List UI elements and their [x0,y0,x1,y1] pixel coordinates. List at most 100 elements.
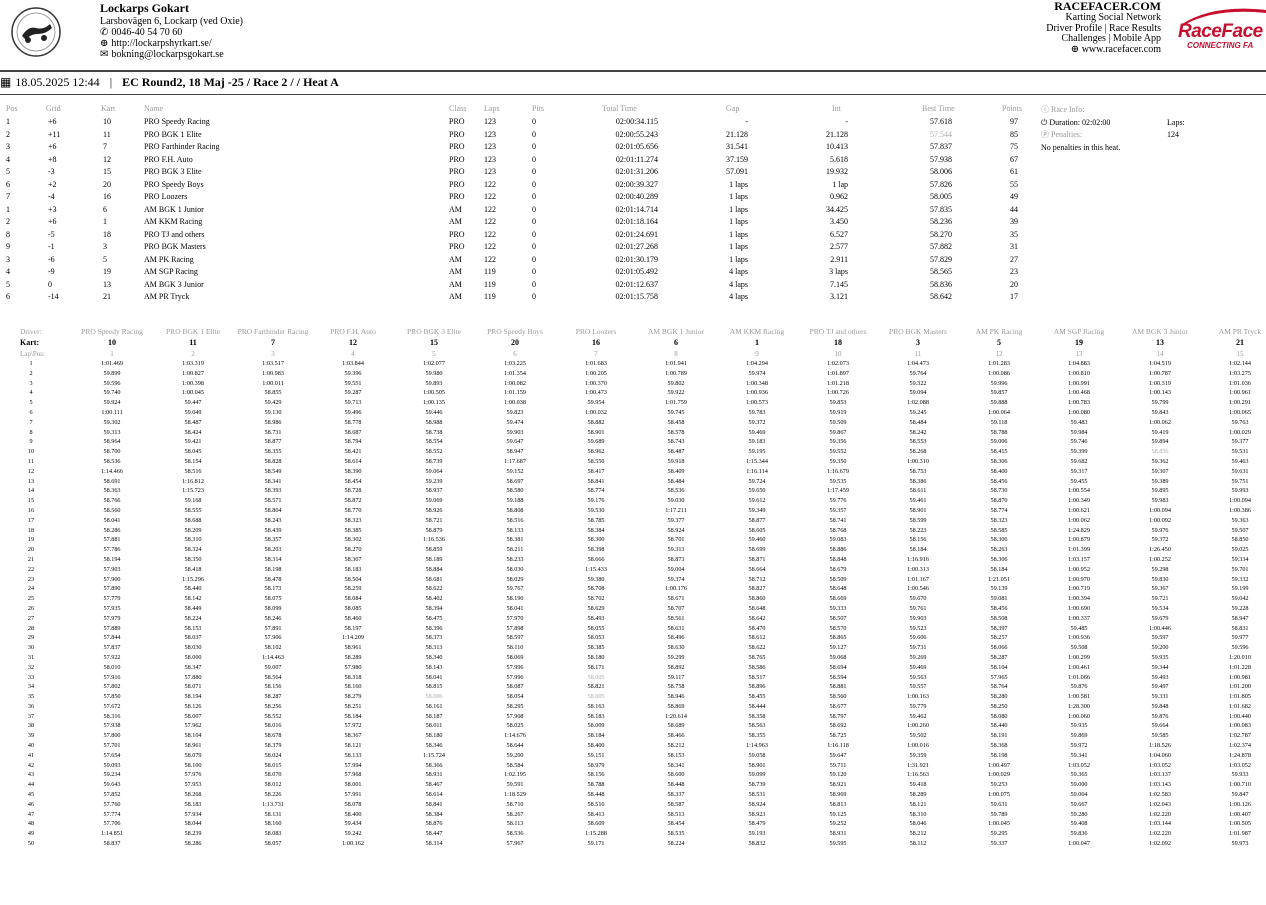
lap-number: 8 [29,428,33,436]
lap-time-cell: 1:00.082 [504,379,526,387]
lap-time-cell: 59.474 [506,418,524,426]
lap-time-cell: 58.439 [264,526,282,534]
lap-time-cell: 58.087 [506,683,524,691]
lap-time-cell: 58.006 [425,693,443,701]
lap-number: 43 [27,771,35,779]
lap-time-cell: 58.012 [264,781,282,789]
results-cell-int: 34.425 [826,204,848,214]
heading-separator: | [109,75,113,89]
lap-time-cell: 59.551 [344,379,362,387]
lap-time-cell: 58.516 [587,800,605,808]
lap-time-cell: 59.049 [184,408,202,416]
lap-time-cell: 57.979 [103,614,121,622]
track-email[interactable]: ✉ bokning@lockarpsgokart.se [100,49,243,60]
lap-time-cell: 59.976 [1151,526,1169,534]
results-cell-kart: 6 [103,204,107,214]
lap-time-cell: 59.682 [1070,457,1088,465]
lap-time-cell: 59.667 [1070,800,1088,808]
results-cell-pos: 2 [6,217,10,226]
lap-number: 26 [27,604,35,612]
lap-time-cell: 58.306 [990,536,1008,544]
lap-time-cell: 58.224 [667,840,685,848]
results-cell-class: AM [449,267,462,276]
lap-time-cell: 58.738 [425,428,443,436]
results-cell-int: 6.527 [830,229,848,239]
lap-time-cell: 58.306 [990,457,1008,465]
lap-time-cell: 1:15.723 [182,487,204,495]
lap-time-cell: 1:00.038 [504,399,526,407]
results-cell-best: 57.835 [930,204,952,214]
lap-time-cell: 1:14.463 [262,653,284,661]
lap-time-cell: 1:02.088 [907,399,929,407]
lap-time-cell: 58.609 [587,820,605,828]
lap-time-cell: 59.779 [909,702,927,710]
lap-time-cell: 58.884 [425,565,443,573]
laptimes-kart-number: 7 [271,338,275,347]
lap-time-cell: 59.919 [829,408,847,416]
lap-time-cell: 59.363 [1231,516,1249,524]
lap-time-cell: 59.836 [1070,830,1088,838]
lap-time-cell: 1:17.687 [504,457,526,465]
lap-time-cell: 58.194 [103,555,121,563]
lap-time-cell: 1:00.045 [182,389,204,397]
lap-time-cell: 58.644 [506,742,524,750]
lap-time-cell: 58.516 [184,467,202,475]
results-cell-points: 27 [1010,254,1018,264]
lap-time-cell: 58.931 [829,830,847,838]
lap-time-cell: 58.153 [667,751,685,759]
results-cell-int: 5.618 [830,154,848,164]
lap-time-cell: 1:01.759 [665,399,687,407]
lap-time-cell: 58.029 [506,575,524,583]
results-cell-kart: 1 [103,217,107,226]
lap-time-cell: 58.045 [184,448,202,456]
lap-time-cell: 59.372 [748,418,766,426]
lap-time-cell: 58.197 [344,624,362,632]
lap-time-cell: 1:00.176 [665,585,687,593]
lap-time-cell: 58.487 [184,418,202,426]
lap-time-cell: 1:00.789 [665,369,687,377]
results-cell-pits: 0 [532,254,536,264]
lap-time-cell: 1:14.851 [101,830,123,838]
results-header-pits: Pits [532,104,545,113]
lap-time-cell: 57.890 [103,585,121,593]
lap-time-cell: 58.555 [184,506,202,514]
lap-time-cell: 59.322 [909,379,927,387]
lap-time-cell: 58.110 [506,644,524,652]
lap-time-cell: 59.899 [103,369,121,377]
results-cell-pos: 1 [6,204,10,214]
lap-time-cell: 58.009 [587,722,605,730]
results-cell-name: PRO Loozers [144,192,188,201]
results-cell-name: PRO F.H. Auto [144,154,193,164]
racefacer-url[interactable]: ⊕ www.racefacer.com [1046,44,1161,56]
results-cell-gap: - [745,117,748,126]
lap-time-cell: 58.778 [344,418,362,426]
lap-time-cell: 1:24.878 [1229,751,1251,759]
lap-time-cell: 59.313 [667,546,685,554]
laptimes-position: 3 [271,350,275,358]
lap-time-cell: 58.367 [344,732,362,740]
results-cell-points: 49 [1010,192,1018,201]
track-website[interactable]: ⊕ http://lockarpshyrkart.se/ [100,38,243,49]
lap-time-cell: 58.678 [264,732,282,740]
lap-time-cell: 1:16.118 [827,742,849,750]
lap-time-cell: 1:00.407 [1229,810,1251,818]
lap-time-cell: 59.740 [103,389,121,397]
lap-time-cell: 58.398 [587,546,605,554]
results-cell-kart: 3 [103,242,107,251]
lap-time-cell: 1:00.029 [988,771,1010,779]
lap-time-cell: 58.099 [264,604,282,612]
lap-time-cell: 59.408 [1070,820,1088,828]
lap-number: 47 [27,810,35,818]
lap-time-cell: 59.064 [425,467,443,475]
lap-time-cell: 59.933 [1231,771,1249,779]
lap-time-cell: 59.751 [1231,477,1249,485]
lap-time-cell: 59.853 [829,399,847,407]
results-header-kart: Kart [101,104,116,113]
lap-time-cell: 58.397 [990,624,1008,632]
laptimes-kart-number: 12 [349,338,357,347]
lap-time-cell: 59.918 [667,457,685,465]
lap-time-cell: 59.507 [1231,526,1249,534]
lap-time-cell: 58.841 [587,477,605,485]
lap-time-cell: 58.901 [748,761,766,769]
lap-time-cell: 1:28.300 [1068,702,1090,710]
